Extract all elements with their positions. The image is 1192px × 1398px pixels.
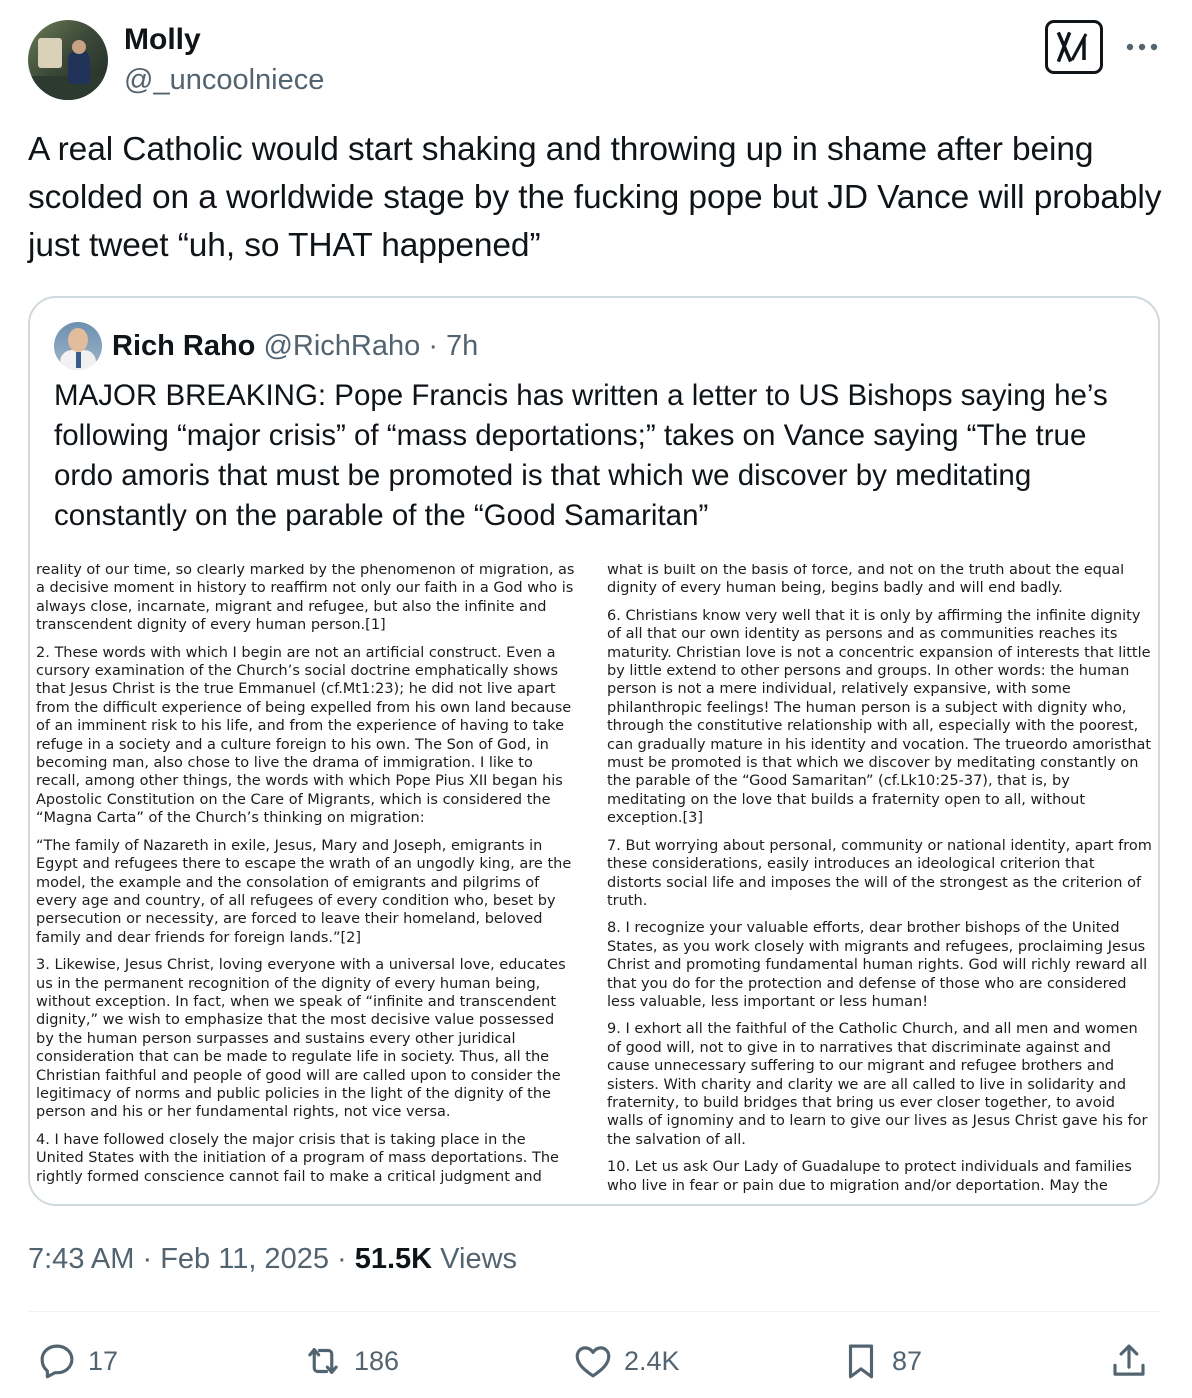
author-handle[interactable]: @_uncoolniece <box>124 62 324 98</box>
share-icon <box>1113 1344 1145 1376</box>
bookmark-count: 87 <box>892 1345 923 1376</box>
quoted-author-name[interactable]: Rich Raho <box>112 330 255 362</box>
quoted-tweet-header: Rich Raho @RichRaho · 7h <box>112 328 478 364</box>
author-avatar[interactable] <box>28 20 108 100</box>
reply-icon <box>40 1344 74 1379</box>
letter-paragraph: 9. I exhort all the faithful of the Cath… <box>607 1021 1148 1148</box>
reply-count: 17 <box>88 1345 119 1376</box>
letter-paragraph: 3. Likewise, Jesus Christ, loving everyo… <box>36 957 566 1121</box>
quoted-tweet[interactable]: Rich Raho @RichRaho · 7h MAJOR BREAKING:… <box>28 296 1160 1206</box>
tweet-text: A real Catholic would start shaking and … <box>28 131 1162 264</box>
post-date[interactable]: Feb 11, 2025 <box>160 1243 329 1275</box>
letter-column-left: reality of our time, so clearly marked b… <box>36 564 576 1195</box>
letter-paragraph: 8. I recognize your valuable efforts, de… <box>607 920 1148 1010</box>
grok-icon <box>1056 31 1088 63</box>
quoted-author-handle[interactable]: @RichRaho <box>263 330 420 362</box>
post-time[interactable]: 7:43 AM <box>28 1243 134 1275</box>
letter-paragraph: 10. Let us ask Our Lady of Guadalupe to … <box>607 1159 1132 1194</box>
letter-paragraph: reality of our time, so clearly marked b… <box>36 564 575 634</box>
tweet-timestamp: 7:43 AM · Feb 11, 2025 · 51.5K Views <box>28 1240 517 1278</box>
share-button[interactable] <box>1108 1338 1150 1384</box>
letter-column-right: what is built on the basis of force, and… <box>607 564 1152 1204</box>
separator: · <box>328 1243 355 1275</box>
quoted-tweet-text: MAJOR BREAKING: Pope Francis has written… <box>54 379 1108 532</box>
letter-paragraph: 2. These words with which I begin are no… <box>36 644 572 827</box>
more-icon <box>1126 43 1158 51</box>
bookmark-icon <box>848 1344 874 1379</box>
separator: · <box>134 1243 161 1275</box>
like-icon <box>575 1346 611 1378</box>
like-button[interactable]: 2.4K <box>572 1338 680 1384</box>
letter-paragraph: 4. I have followed closely the major cri… <box>36 1131 559 1185</box>
repost-icon <box>308 1348 338 1374</box>
author-name[interactable]: Molly <box>124 22 201 58</box>
grok-button[interactable] <box>1045 20 1103 74</box>
bookmark-button[interactable]: 87 <box>840 1338 922 1384</box>
letter-paragraph: 7. But worrying about personal, communit… <box>607 837 1152 909</box>
quoted-author-avatar[interactable] <box>54 322 102 370</box>
repost-count: 186 <box>354 1345 400 1376</box>
reply-button[interactable]: 17 <box>36 1338 118 1384</box>
views-count: 51.5K <box>354 1243 433 1275</box>
letter-paragraph: what is built on the basis of force, and… <box>607 564 1125 597</box>
divider <box>28 1311 1160 1312</box>
letter-paragraph: “The family of Nazareth in exile, Jesus,… <box>36 837 572 946</box>
repost-button[interactable]: 186 <box>302 1338 399 1384</box>
more-options-button[interactable] <box>1124 30 1160 64</box>
views-label: Views <box>432 1243 518 1275</box>
letter-image[interactable]: reality of our time, so clearly marked b… <box>30 564 1158 1204</box>
like-count: 2.4K <box>624 1345 680 1376</box>
letter-paragraph: 6. Christians know very well that it is … <box>607 607 1152 827</box>
quoted-tweet-time[interactable]: · 7h <box>428 330 478 362</box>
